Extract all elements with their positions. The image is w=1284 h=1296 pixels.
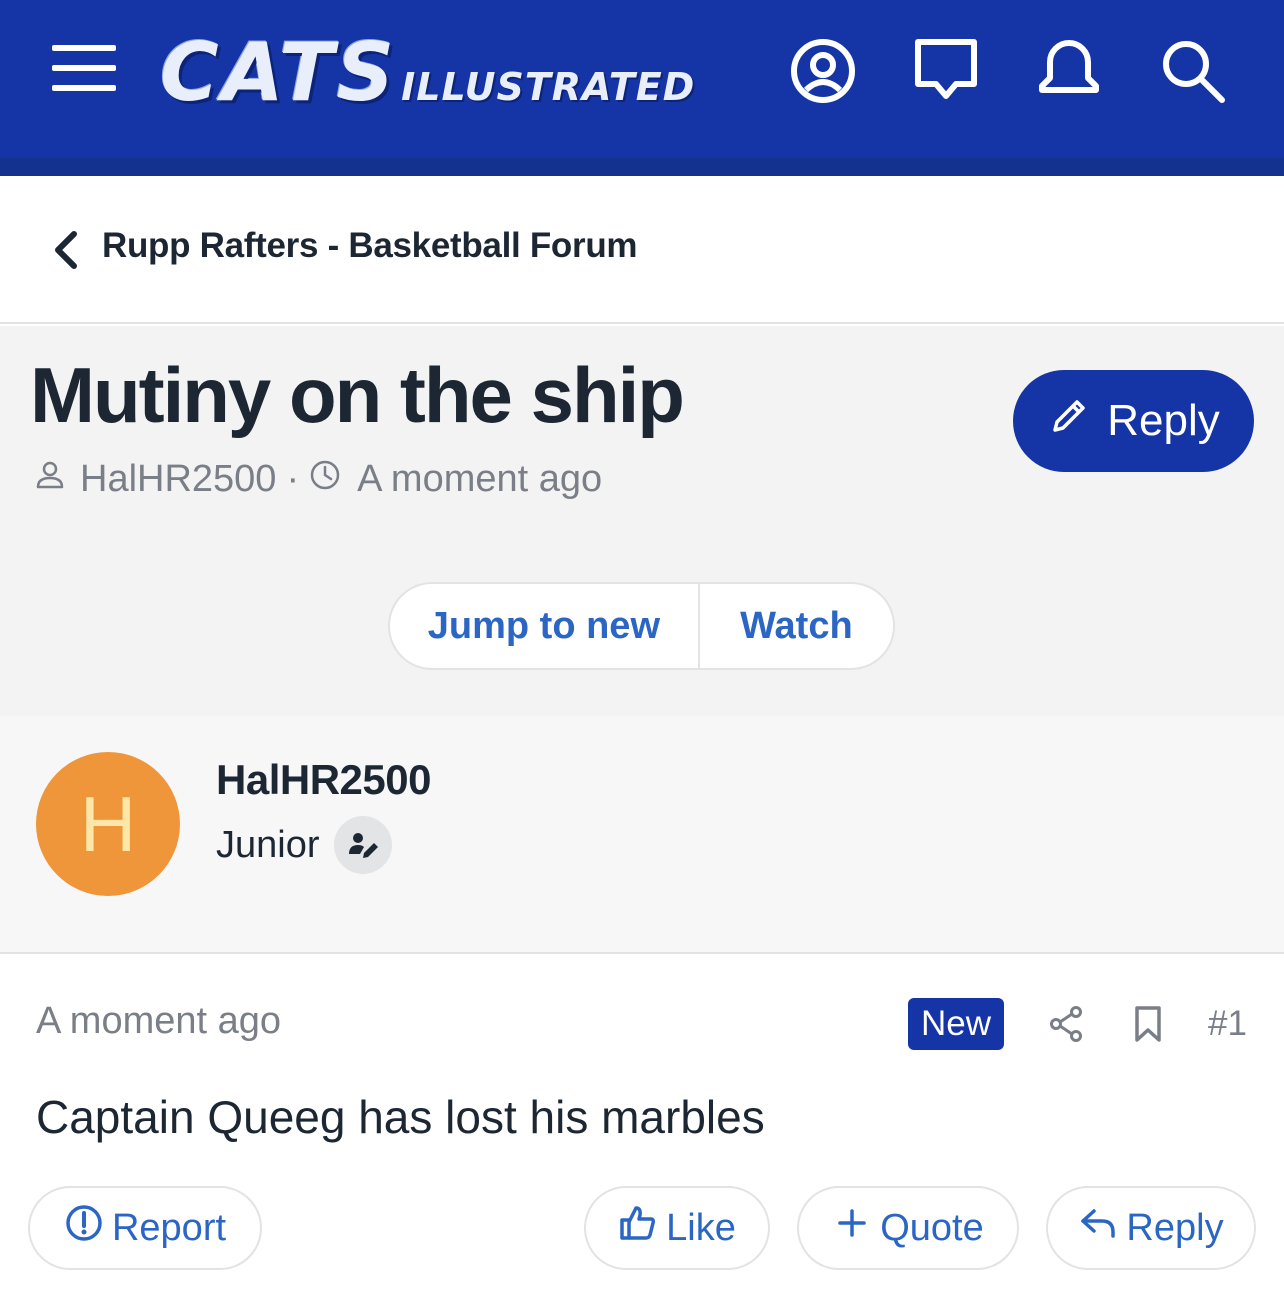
like-button[interactable]: Like (584, 1186, 770, 1270)
quote-label: Quote (880, 1206, 984, 1249)
meta-separator: · (286, 458, 300, 500)
pencil-icon (1047, 394, 1091, 449)
site-logo[interactable]: CATS ILLUSTRATED (160, 26, 696, 119)
conversations-icon[interactable] (911, 36, 981, 106)
watch-button[interactable]: Watch (700, 584, 893, 668)
top-app-bar: CATS ILLUSTRATED (0, 0, 1284, 158)
clock-icon (309, 458, 341, 501)
bookmark-icon[interactable] (1128, 1002, 1168, 1046)
report-label: Report (111, 1206, 227, 1249)
reply-button-label: Reply (1107, 396, 1220, 445)
logo-main-text: CATS (160, 26, 398, 119)
share-icon[interactable] (1046, 1002, 1086, 1046)
quote-button[interactable]: Quote (797, 1186, 1019, 1270)
chevron-left-icon[interactable] (48, 228, 84, 272)
report-button[interactable]: Report (28, 1186, 262, 1270)
thread-time: A moment ago (357, 458, 603, 500)
account-icon[interactable] (788, 36, 858, 106)
rank-label: Junior (216, 823, 320, 866)
post-reply-button[interactable]: Reply (1046, 1186, 1256, 1270)
logo-sub-text: ILLUSTRATED (401, 65, 696, 109)
thread-header: Mutiny on the ship HalHR2500 · A moment … (0, 326, 1284, 716)
post-reply-label: Reply (1126, 1206, 1224, 1249)
thread-author[interactable]: HalHR2500 (80, 458, 276, 501)
jump-to-new-button[interactable]: Jump to new (390, 584, 700, 668)
reply-arrow-icon (1078, 1203, 1118, 1253)
thread-meta: HalHR2500 · A moment ago (34, 458, 602, 501)
alert-circle-icon (64, 1203, 104, 1253)
header-divider (0, 158, 1284, 176)
post-author-name[interactable]: HalHR2500 (216, 756, 431, 804)
alerts-icon[interactable] (1034, 36, 1104, 106)
post-number[interactable]: #1 (1208, 1004, 1247, 1044)
menu-icon[interactable] (52, 43, 118, 93)
post-time[interactable]: A moment ago (36, 1000, 281, 1043)
plus-icon (832, 1203, 872, 1253)
breadcrumb[interactable]: Rupp Rafters - Basketball Forum (0, 176, 1284, 324)
post-author-bar: H HalHR2500 Junior (0, 716, 1284, 954)
like-label: Like (666, 1206, 736, 1249)
new-badge: New (908, 998, 1004, 1050)
post-author-rank: Junior (216, 816, 392, 874)
user-edit-icon (333, 816, 392, 874)
user-icon (34, 458, 66, 501)
post-body: Captain Queeg has lost his marbles (36, 1091, 765, 1143)
thread-title: Mutiny on the ship (30, 351, 685, 439)
reply-button[interactable]: Reply (1013, 370, 1254, 472)
avatar[interactable]: H (36, 752, 180, 896)
thumbs-up-icon (618, 1203, 658, 1253)
search-icon[interactable] (1158, 36, 1228, 106)
thread-actions: Jump to new Watch (388, 582, 895, 670)
breadcrumb-label[interactable]: Rupp Rafters - Basketball Forum (102, 226, 638, 266)
